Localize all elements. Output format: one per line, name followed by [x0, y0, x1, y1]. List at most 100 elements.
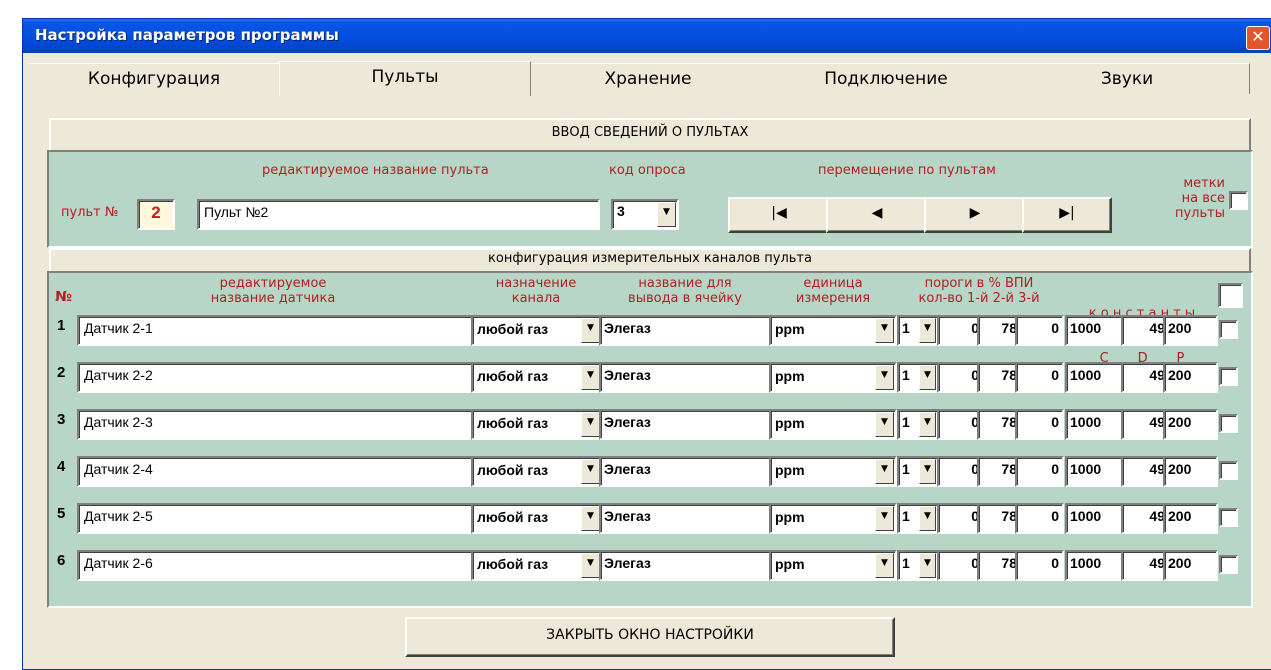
chevron-down-icon[interactable]: ▼: [919, 365, 936, 390]
threshold-3-input[interactable]: 0: [1015, 503, 1064, 534]
close-window-button[interactable]: ✕: [1246, 26, 1270, 50]
chevron-down-icon[interactable]: ▼: [919, 459, 936, 484]
chevron-down-icon[interactable]: ▼: [919, 553, 936, 578]
chevron-down-icon[interactable]: ▼: [919, 506, 936, 531]
last-console-button[interactable]: ▶|: [1022, 197, 1112, 233]
threshold-count-value: 1: [902, 461, 910, 477]
display-name-input[interactable]: Элегаз: [599, 456, 774, 487]
channel-purpose-value: любой газ: [477, 415, 549, 431]
tab-sounds[interactable]: Звуки: [1005, 63, 1250, 94]
channel-mark-checkbox[interactable]: [1219, 555, 1238, 574]
threshold-count-select[interactable]: 1 ▼: [897, 315, 939, 346]
constant-p-input[interactable]: 200: [1163, 409, 1218, 440]
channel-mark-checkbox[interactable]: [1219, 508, 1238, 527]
constant-p-input[interactable]: 200: [1163, 503, 1218, 534]
constant-p-input[interactable]: 200: [1163, 456, 1218, 487]
sensor-name-input[interactable]: Датчик 2-4: [77, 456, 478, 487]
constant-c-input[interactable]: 1000: [1065, 503, 1128, 534]
channel-purpose-select[interactable]: любой газ ▼: [471, 362, 603, 393]
constant-p-input[interactable]: 200: [1163, 362, 1218, 393]
chevron-down-icon[interactable]: ▼: [875, 365, 894, 390]
unit-select[interactable]: ppm ▼: [769, 315, 897, 346]
display-name-input[interactable]: Элегаз: [599, 503, 774, 534]
display-name-input[interactable]: Элегаз: [599, 362, 774, 393]
chevron-down-icon[interactable]: ▼: [919, 318, 936, 343]
channel-mark-checkbox[interactable]: [1219, 414, 1238, 433]
chevron-down-icon[interactable]: ▼: [581, 365, 600, 390]
console-name-input[interactable]: Пульт №2: [197, 199, 600, 230]
constant-c-input[interactable]: 1000: [1065, 315, 1128, 346]
channel-mark-checkbox[interactable]: [1219, 461, 1238, 480]
chevron-down-icon[interactable]: ▼: [657, 202, 676, 227]
sensor-name-input[interactable]: Датчик 2-1: [77, 315, 478, 346]
chevron-down-icon[interactable]: ▼: [875, 553, 894, 578]
threshold-3-input[interactable]: 0: [1015, 550, 1064, 581]
unit-select[interactable]: ppm ▼: [769, 409, 897, 440]
console-number-value: 2: [137, 199, 175, 230]
unit-select[interactable]: ppm ▼: [769, 362, 897, 393]
chevron-down-icon[interactable]: ▼: [581, 318, 600, 343]
sensor-name-input[interactable]: Датчик 2-5: [77, 503, 478, 534]
chevron-down-icon[interactable]: ▼: [875, 459, 894, 484]
select-all-checkbox[interactable]: [1218, 283, 1243, 308]
col-display-line1: название для: [638, 276, 732, 291]
chevron-down-icon[interactable]: ▼: [875, 412, 894, 437]
poll-code-select[interactable]: 3 ▼: [611, 199, 679, 230]
display-name-input[interactable]: Элегаз: [599, 409, 774, 440]
threshold-count-select[interactable]: 1 ▼: [897, 456, 939, 487]
title-bar[interactable]: Настройка параметров программы ✕: [23, 19, 1271, 53]
col-thresholds-line2: кол-во 1-й 2-й 3-й: [918, 291, 1040, 306]
tab-storage[interactable]: Хранение: [529, 63, 768, 94]
display-name-input[interactable]: Элегаз: [599, 550, 774, 581]
marks-all-checkbox[interactable]: [1229, 191, 1248, 210]
console-number-label: пульт №: [61, 205, 119, 220]
col-sensor-name-header: редактируемое название датчика: [78, 276, 468, 306]
threshold-count-select[interactable]: 1 ▼: [897, 550, 939, 581]
sensor-name-input[interactable]: Датчик 2-6: [77, 550, 478, 581]
row-number: 6: [57, 552, 66, 569]
channel-mark-checkbox[interactable]: [1219, 367, 1238, 386]
channel-mark-checkbox[interactable]: [1219, 320, 1238, 339]
constant-p-input[interactable]: 200: [1163, 550, 1218, 581]
sensor-name-input[interactable]: Датчик 2-3: [77, 409, 478, 440]
threshold-3-input[interactable]: 0: [1015, 362, 1064, 393]
channel-purpose-select[interactable]: любой газ ▼: [471, 550, 603, 581]
channel-purpose-select[interactable]: любой газ ▼: [471, 315, 603, 346]
constant-c-input[interactable]: 1000: [1065, 409, 1128, 440]
threshold-count-select[interactable]: 1 ▼: [897, 409, 939, 440]
tab-connection[interactable]: Подключение: [767, 63, 1006, 94]
display-name-input[interactable]: Элегаз: [599, 315, 774, 346]
chevron-down-icon[interactable]: ▼: [581, 553, 600, 578]
chevron-down-icon[interactable]: ▼: [581, 412, 600, 437]
tab-configuration[interactable]: Конфигурация: [29, 63, 280, 94]
poll-code-label: код опроса: [609, 163, 686, 178]
channel-purpose-value: любой газ: [477, 509, 549, 525]
tab-consoles[interactable]: Пульты: [279, 61, 531, 96]
threshold-count-select[interactable]: 1 ▼: [897, 362, 939, 393]
next-console-button[interactable]: ▶: [924, 197, 1026, 233]
threshold-3-input[interactable]: 0: [1015, 456, 1064, 487]
threshold-3-input[interactable]: 0: [1015, 409, 1064, 440]
close-settings-button[interactable]: ЗАКРЫТЬ ОКНО НАСТРОЙКИ: [405, 617, 895, 657]
constant-p-input[interactable]: 200: [1163, 315, 1218, 346]
unit-select[interactable]: ppm ▼: [769, 456, 897, 487]
console-name-label: редактируемое название пульта: [262, 163, 489, 178]
constant-c-input[interactable]: 1000: [1065, 456, 1128, 487]
chevron-down-icon[interactable]: ▼: [875, 506, 894, 531]
prev-console-button[interactable]: ◀: [826, 197, 928, 233]
constant-c-input[interactable]: 1000: [1065, 362, 1128, 393]
channel-purpose-select[interactable]: любой газ ▼: [471, 409, 603, 440]
unit-select[interactable]: ppm ▼: [769, 550, 897, 581]
channel-purpose-select[interactable]: любой газ ▼: [471, 456, 603, 487]
first-console-button[interactable]: |◀: [728, 197, 830, 233]
chevron-down-icon[interactable]: ▼: [581, 459, 600, 484]
chevron-down-icon[interactable]: ▼: [875, 318, 894, 343]
unit-select[interactable]: ppm ▼: [769, 503, 897, 534]
threshold-3-input[interactable]: 0: [1015, 315, 1064, 346]
chevron-down-icon[interactable]: ▼: [581, 506, 600, 531]
sensor-name-input[interactable]: Датчик 2-2: [77, 362, 478, 393]
channel-purpose-select[interactable]: любой газ ▼: [471, 503, 603, 534]
chevron-down-icon[interactable]: ▼: [919, 412, 936, 437]
constant-c-input[interactable]: 1000: [1065, 550, 1128, 581]
threshold-count-select[interactable]: 1 ▼: [897, 503, 939, 534]
